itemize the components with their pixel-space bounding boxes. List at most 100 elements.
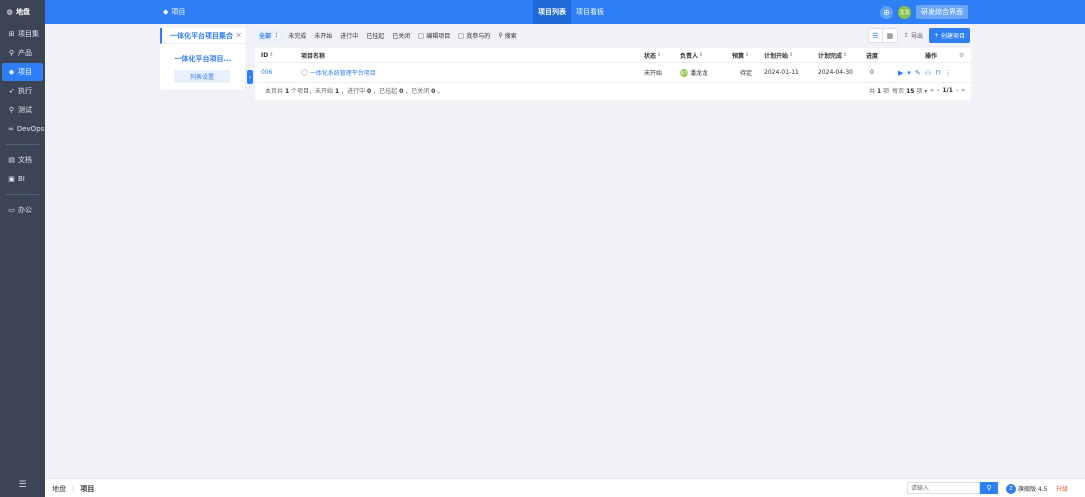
avatar[interactable]: 龙龙 (898, 5, 911, 19)
list-view-icon[interactable]: ☰ (869, 29, 883, 42)
card-view-icon[interactable]: ▦ (883, 29, 897, 42)
filter-closed[interactable]: 已关闭 (388, 29, 414, 42)
sidebar-item-program[interactable]: ⊞ 项目集 (2, 25, 43, 43)
export-icon: ⇪ (903, 32, 909, 39)
summary-total: 1 (284, 88, 290, 95)
next-page-icon[interactable]: › (956, 87, 958, 94)
filter-doing[interactable]: 进行中 (336, 29, 362, 42)
filter-suspended[interactable]: 已挂起 (362, 29, 388, 42)
sidebar-item-devops[interactable]: ∞ DevOps (2, 120, 44, 138)
summary-doing: 0 (367, 88, 372, 95)
export-button[interactable]: ⇪ 导出 (904, 31, 923, 40)
filter-undone[interactable]: 未完成 (284, 29, 310, 42)
sidebar-logo-label: 地盘 (16, 8, 30, 16)
col-start-label: 计划开始 (764, 52, 789, 60)
header-tabs: 项目列表 项目看板 (533, 0, 609, 24)
tab-project-list[interactable]: 项目列表 (533, 0, 571, 24)
search-toggle[interactable]: ⚲ 搜索 (494, 29, 520, 42)
last-page-icon[interactable]: » (961, 87, 965, 94)
search-icon[interactable]: ⚲ (980, 482, 998, 494)
col-owner[interactable]: 负责人 ⇕ (680, 48, 703, 62)
version-info[interactable]: Z 旗舰版 4.5 (1006, 479, 1047, 497)
sidebar-divider (6, 194, 39, 195)
toolbar-right: ☰ ▦ ⇪ 导出 + 创建项目 (867, 28, 970, 43)
col-status[interactable]: 状态 ⇕ (644, 48, 661, 62)
summary-suspended: 0 (399, 88, 404, 95)
row-actions: ▶ ▾ ✎ ⚇ ⊓ ⋮ (898, 63, 952, 82)
involved-checkbox[interactable]: 我参与的 (454, 29, 494, 42)
sort-icon: ⇕ (745, 52, 750, 58)
footer-bar: 地盘 | 项目 ⚲ Z 旗舰版 4.5 升级 (45, 478, 1085, 497)
filter-count-badge: 1 (273, 32, 281, 39)
more-icon[interactable]: ⋮ (945, 69, 952, 77)
header-breadcrumb[interactable]: ◆ 项目 (163, 0, 185, 24)
sidebar-item-test[interactable]: ⚲ 测试 (2, 101, 43, 119)
col-id[interactable]: ID ⇕ (261, 48, 273, 62)
col-budget[interactable]: 预算 ⇕ (732, 48, 749, 62)
zentao-logo-icon: Z (1006, 483, 1016, 494)
sidebar-item-project[interactable]: ◆ 项目 (2, 63, 43, 81)
row-name[interactable]: ◯ 一体化系统管理平台项目 (301, 63, 376, 82)
project-set-item[interactable]: 一体化平台项目... (166, 54, 240, 64)
sidebar-item-label: 执行 (18, 87, 32, 95)
plus-icon: + (933, 32, 939, 39)
view-toggle: ☰ ▦ (867, 28, 898, 43)
summary-text: ，已关闭 (405, 88, 430, 95)
sort-icon: ⇕ (843, 52, 848, 58)
sidebar-item-execution[interactable]: ➶ 执行 (2, 82, 43, 100)
row-start: 2024-01-11 (764, 69, 799, 76)
row-name-label: 一体化系统管理平台项目 (309, 70, 376, 77)
top-header: ◆ 项目 项目列表 项目看板 ⊕ 龙龙 研发综合界面 (45, 0, 1085, 24)
footer-search-input[interactable] (907, 482, 980, 494)
table-header: ID ⇕ 项目名称 状态 ⇕ 负责人 ⇕ 预算 ⇕ 计划开始 ⇕ 计划完成 ⇕ 进度 操作 … (255, 48, 971, 63)
start-icon[interactable]: ▶ (898, 69, 903, 77)
sidebar-item-product[interactable]: ⚲ 产品 (2, 44, 43, 62)
create-project-label: 创建项目 (940, 33, 965, 40)
upgrade-link[interactable]: 升级 (1056, 479, 1068, 497)
sort-icon: ⇕ (789, 52, 794, 58)
row-id[interactable]: 006 (261, 63, 272, 82)
pager-total: 共 1 项 (869, 86, 889, 95)
create-project-button[interactable]: + 创建项目 (928, 28, 970, 43)
edit-icon[interactable]: ✎ (915, 69, 921, 77)
checkbox-icon (418, 32, 425, 39)
list-settings-button[interactable]: 列表设置 (174, 70, 230, 83)
header-right: ⊕ 龙龙 研发综合界面 (880, 0, 968, 24)
close-icon[interactable]: ✕ (235, 31, 242, 40)
sidebar-item-bi[interactable]: ▣ BI (2, 170, 43, 188)
footer-crumb-current[interactable]: 项目 (80, 484, 94, 494)
switch-interface-button[interactable]: 研发综合界面 (916, 5, 968, 19)
crumb-separator: | (72, 484, 75, 493)
gear-icon[interactable]: ⚙ (959, 48, 964, 62)
team-icon[interactable]: ⚇ (925, 69, 931, 77)
sidebar-item-doc[interactable]: ▤ 文档 (2, 151, 43, 169)
sidebar: ◍ 地盘 ⊞ 项目集 ⚲ 产品 ◆ 项目 ➶ 执行 ⚲ 测试 ∞ DevOps … (0, 0, 45, 497)
menu-toggle-icon[interactable]: ☰ (0, 477, 45, 493)
filter-all[interactable]: 全部 1 (255, 29, 285, 42)
checkbox-icon (458, 32, 465, 39)
pager-per-page[interactable]: 每页 15 项 ▾ (892, 86, 927, 95)
lock-icon[interactable]: ⊓ (935, 69, 940, 77)
summary-closed: 0 (431, 88, 436, 95)
tab-project-board[interactable]: 项目看板 (571, 0, 609, 24)
filter-all-label: 全部 (259, 33, 272, 40)
first-page-icon[interactable]: « (930, 87, 934, 94)
edit-project-checkbox[interactable]: 编辑项目 (414, 29, 454, 42)
col-ops: 操作 (925, 48, 937, 62)
search-icon: ⚲ (8, 105, 15, 114)
col-end[interactable]: 计划完成 ⇕ (818, 48, 847, 62)
col-budget-label: 预算 (732, 52, 745, 60)
collapse-panel-icon[interactable]: ‹ (247, 70, 253, 84)
col-start[interactable]: 计划开始 ⇕ (764, 48, 793, 62)
footer-crumb-home[interactable]: 地盘 (52, 484, 66, 494)
sidebar-item-office[interactable]: ▭ 办公 (2, 201, 43, 219)
filter-wait[interactable]: 未开始 (310, 29, 336, 42)
prev-page-icon[interactable]: ‹ (937, 87, 939, 94)
project-set-tab[interactable]: 一体化平台项目集合 ✕ (160, 28, 245, 44)
col-progress: 进度 (866, 48, 878, 62)
chevron-down-icon[interactable]: ▾ (907, 69, 911, 77)
sidebar-logo[interactable]: ◍ 地盘 (0, 0, 45, 24)
avatar: 潘龙 (680, 68, 688, 77)
search-icon: ⚲ (498, 32, 503, 39)
globe-icon[interactable]: ⊕ (880, 5, 893, 19)
